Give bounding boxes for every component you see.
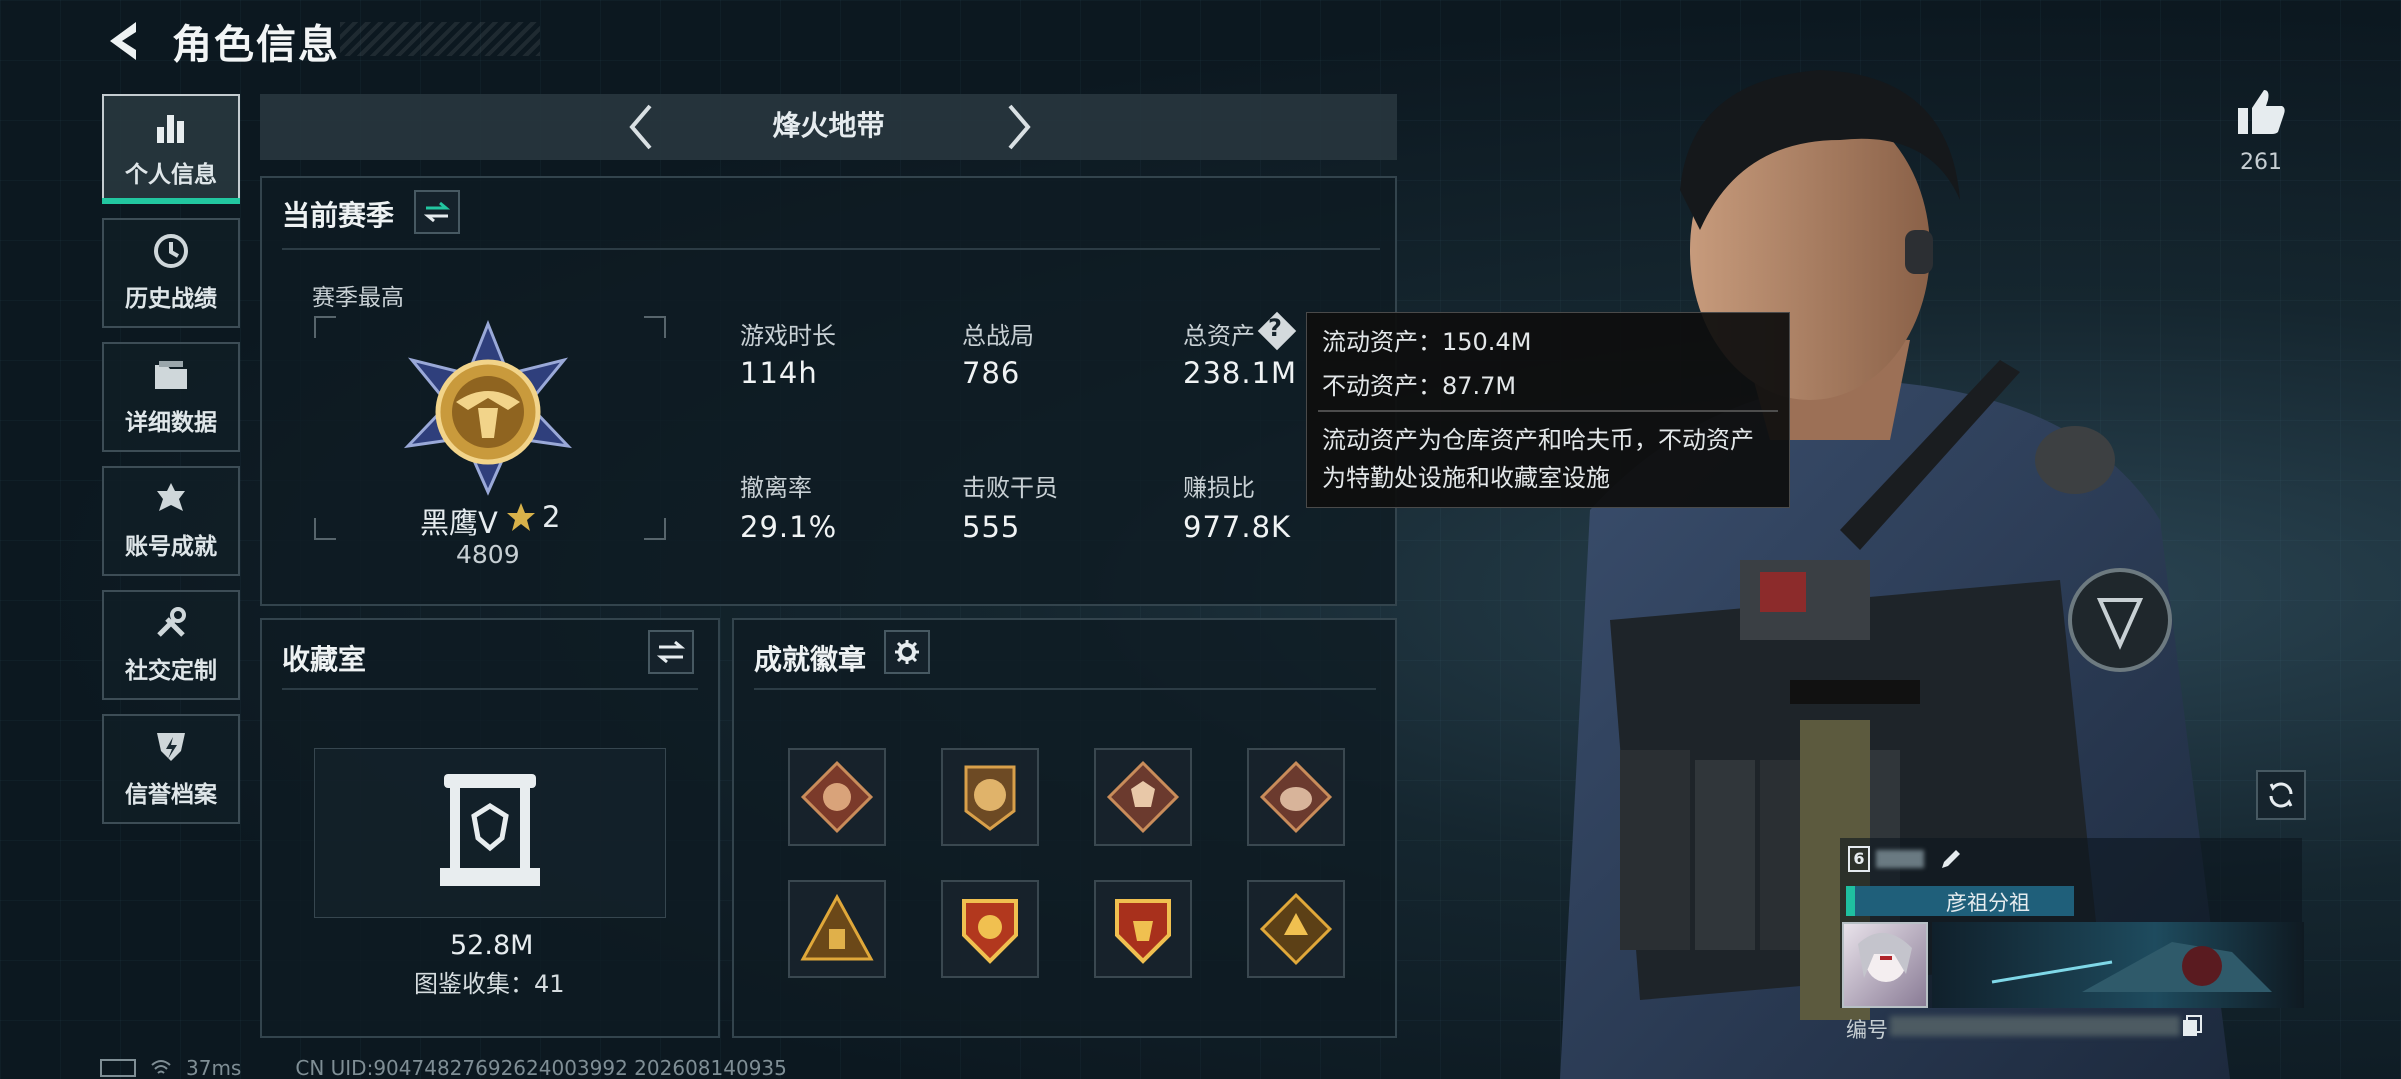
player-level-badge: 6 (1848, 846, 1870, 872)
folder-icon (152, 357, 190, 393)
battery-icon (100, 1059, 136, 1077)
sidebar-item-social-custom[interactable]: 社交定制 (102, 590, 240, 700)
achievements-title: 成就徽章 (754, 643, 867, 676)
stat-label: 总资产 (1183, 322, 1255, 350)
season-best-label: 赛季最高 (312, 285, 404, 311)
stat-label: 游戏时长 (740, 322, 836, 350)
triangle-badge-icon (800, 893, 874, 961)
stat-value: 114h (740, 356, 818, 390)
edit-pencil-icon[interactable] (1938, 846, 1964, 872)
reputation-icon (152, 729, 190, 765)
refresh-icon (2269, 782, 2293, 808)
boar-badge-icon (1259, 760, 1333, 834)
rank-stars: 2 (542, 500, 561, 534)
divider (282, 248, 1380, 250)
collection-switch-button[interactable] (648, 630, 694, 674)
badge-slot[interactable] (1094, 748, 1192, 846)
wrench-icon (152, 605, 190, 641)
player-id-redacted (1890, 1016, 2180, 1036)
team-name: 彦祖分祖 (1946, 891, 2030, 915)
thumbs-up-icon[interactable] (2236, 88, 2286, 136)
sidebar-item-personal-info[interactable]: 个人信息 (102, 94, 240, 204)
collection-count: 图鉴收集：41 (414, 970, 565, 998)
sidebar-item-account-achievements[interactable]: 账号成就 (102, 466, 240, 576)
divider (282, 688, 698, 690)
shield-badge-icon (962, 899, 1018, 964)
stat-value: 786 (962, 356, 1021, 390)
badge-slot[interactable] (941, 748, 1039, 846)
ping: 37ms (186, 1056, 242, 1079)
badge-slot[interactable] (788, 880, 886, 978)
rank-name: 黑鹰Ⅴ (420, 506, 498, 540)
badge-slot[interactable] (1094, 880, 1192, 978)
sidebar-item-label: 历史战绩 (125, 286, 217, 312)
card-banner (1932, 922, 2304, 1008)
collection-value: 52.8M (450, 930, 534, 961)
sidebar-item-detailed-data[interactable]: 详细数据 (102, 342, 240, 452)
stat-label: 总战局 (962, 322, 1034, 350)
back-arrow-icon[interactable] (100, 18, 150, 64)
tooltip-liquid-assets: 流动资产：150.4M (1322, 328, 1532, 356)
sidebar-item-label: 社交定制 (125, 658, 217, 684)
stat-label: 击败干员 (962, 474, 1058, 502)
dragon-badge-icon (800, 760, 874, 834)
lion-badge-icon (964, 765, 1016, 831)
gear-icon (895, 640, 919, 664)
stat-label: 赚损比 (1183, 474, 1255, 502)
status-bar: 37ms CN UID:904748276926240039​92 202608… (100, 1056, 787, 1079)
page-title: 角色信息 (172, 22, 340, 68)
player-id-label: 编号 (1846, 1018, 1888, 1042)
sidebar-item-history[interactable]: 历史战绩 (102, 218, 240, 328)
rank-emblem-icon (403, 320, 573, 496)
sidebar-item-label: 详细数据 (125, 410, 217, 436)
avatar[interactable] (1842, 922, 1928, 1008)
tooltip-description-line1: 流动资产为仓库资产和哈夫币，不动资产 (1322, 426, 1754, 454)
like-count: 261 (2240, 150, 2282, 175)
star-icon (507, 503, 535, 531)
bar-chart-icon (152, 109, 190, 145)
stat-value: 29.1% (740, 510, 838, 544)
frame-corner (644, 316, 666, 338)
tooltip-divider (1318, 410, 1778, 412)
frame-corner (314, 518, 336, 540)
swap-icon (657, 640, 685, 664)
stat-value: 977.8K (1183, 510, 1292, 544)
sidebar-item-label: 账号成就 (125, 534, 217, 560)
frame-corner (314, 316, 336, 338)
title-decoration (340, 22, 540, 56)
sidebar-item-reputation[interactable]: 信誉档案 (102, 714, 240, 824)
shield-badge-red-icon (1115, 899, 1171, 964)
hex-badge-icon (1259, 892, 1333, 966)
stat-value: 238.1M (1183, 356, 1298, 390)
badge-settings-button[interactable] (884, 630, 930, 674)
achievement-icon (152, 481, 190, 517)
badge-slot[interactable] (941, 880, 1039, 978)
mode-title: 烽火地带 (772, 109, 885, 142)
refresh-button[interactable] (2256, 770, 2306, 820)
history-icon (152, 233, 190, 269)
badge-slot[interactable] (788, 748, 886, 846)
copy-icon[interactable] (2180, 1014, 2204, 1038)
uid-text: CN UID:904748276926240039​92 20260814093… (295, 1056, 787, 1079)
collection-title: 收藏室 (282, 643, 367, 676)
sidebar-item-label: 信誉档案 (125, 782, 217, 808)
player-name-redacted (1876, 850, 1924, 868)
display-case-icon (440, 774, 540, 886)
frame-corner (644, 518, 666, 540)
divider (754, 688, 1376, 690)
wolf-badge-icon (1106, 760, 1180, 834)
rank-points: 4809 (456, 540, 520, 569)
tooltip-fixed-assets: 不动资产：87.7M (1322, 372, 1517, 400)
chevron-right-icon[interactable] (998, 100, 1038, 154)
wifi-icon (151, 1060, 171, 1074)
stat-label: 撤离率 (740, 474, 812, 502)
swap-icon (424, 201, 450, 223)
season-title: 当前赛季 (282, 199, 395, 232)
badge-slot[interactable] (1247, 880, 1345, 978)
tooltip-description-line2: 为特勤处设施和收藏室设施 (1322, 464, 1610, 492)
stat-value: 555 (962, 510, 1021, 544)
season-switch-button[interactable] (414, 190, 460, 234)
sidebar-item-label: 个人信息 (125, 162, 217, 188)
badge-slot[interactable] (1247, 748, 1345, 846)
